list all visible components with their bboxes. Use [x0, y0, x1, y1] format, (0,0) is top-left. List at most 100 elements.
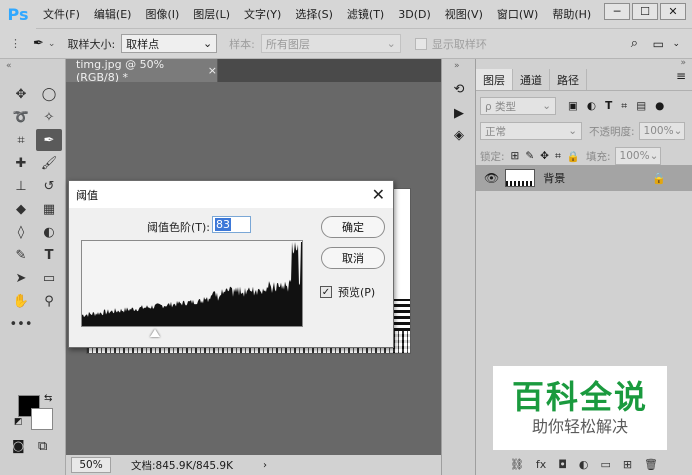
show-ring-checkbox[interactable] — [414, 37, 427, 50]
cancel-button[interactable]: 取消 — [321, 247, 385, 269]
sample-size-select[interactable]: 取样点 ⌄ — [121, 34, 218, 53]
history-brush-tool-icon[interactable]: ↺ — [36, 175, 62, 197]
menu-image[interactable]: 图像(I) — [138, 6, 186, 22]
hand-tool-icon[interactable]: ✋ — [8, 290, 34, 312]
lock-position-icon[interactable]: ✥ — [540, 150, 549, 162]
history-panel-icon[interactable]: ⟲ — [451, 81, 467, 97]
add-mask-icon[interactable]: ◘ — [558, 458, 567, 471]
tool-preset-chevron-icon[interactable]: ⌄ — [48, 39, 56, 49]
watermark: 百科全说 助你轻松解决 — [493, 366, 667, 450]
expand-dock-icon[interactable]: » — [454, 61, 460, 71]
fill-field[interactable]: 100% ⌄ — [614, 147, 661, 165]
new-group-icon[interactable]: ▭ — [600, 458, 610, 471]
filter-toggle-icon[interactable]: ● — [655, 100, 664, 112]
blur-tool-icon[interactable]: ◊ — [8, 221, 34, 243]
layer-name[interactable]: 背景 — [543, 170, 565, 186]
filter-smart-object-icon[interactable]: ▤ — [636, 100, 646, 112]
photoshop-logo: Ps — [0, 0, 36, 29]
new-layer-icon[interactable]: ⊞ — [623, 458, 632, 471]
sample-select[interactable]: 所有图层 ⌄ — [260, 34, 401, 53]
pen-tool-icon[interactable]: ✎ — [8, 244, 34, 266]
preview-option[interactable]: ✓ 预览(P) — [320, 284, 375, 300]
type-tool-icon[interactable]: T — [36, 244, 62, 266]
histogram — [81, 240, 303, 327]
workspace-icon[interactable]: ▭ — [653, 37, 664, 51]
marquee-tool-icon[interactable]: ◯ — [36, 83, 62, 105]
zoom-field[interactable]: 50% — [71, 457, 111, 473]
delete-layer-icon[interactable]: 🗑 — [644, 458, 658, 471]
background-color-swatch[interactable] — [31, 408, 53, 430]
close-window-button[interactable]: ✕ — [660, 3, 686, 20]
swap-colors-icon[interactable]: ⇆ — [44, 393, 52, 404]
collapse-icon[interactable]: « — [6, 61, 12, 71]
crop-tool-icon[interactable]: ⌗ — [8, 129, 34, 151]
eyedropper-tool-icon[interactable]: ✒ — [36, 129, 62, 151]
filter-type-icon[interactable]: T — [605, 100, 612, 112]
screen-mode-icon[interactable]: ⧉ — [38, 439, 47, 454]
menu-edit[interactable]: 编辑(E) — [87, 6, 139, 22]
menu-help[interactable]: 帮助(H) — [545, 6, 598, 22]
status-menu-arrow-icon[interactable]: › — [263, 460, 267, 471]
collapse-panel-icon[interactable]: » — [680, 58, 686, 68]
menu-file[interactable]: 文件(F) — [36, 6, 87, 22]
lock-image-icon[interactable]: ✎ — [525, 150, 534, 162]
add-style-icon[interactable]: fx — [536, 458, 546, 471]
threshold-level-input[interactable]: 83 — [212, 216, 251, 233]
minimize-button[interactable]: ─ — [604, 3, 630, 20]
new-adjustment-icon[interactable]: ◐ — [579, 458, 589, 471]
brush-tool-icon[interactable]: 🖌 — [36, 152, 62, 174]
eyedropper-tool-icon[interactable]: ✒ — [33, 36, 44, 51]
opacity-field[interactable]: 100% ⌄ — [638, 122, 685, 140]
lock-artboard-icon[interactable]: ⌗ — [555, 150, 561, 163]
path-selection-tool-icon[interactable]: ➤ — [8, 267, 34, 289]
close-icon[interactable]: ✕ — [372, 185, 385, 204]
menu-window[interactable]: 窗口(W) — [490, 6, 545, 22]
tab-paths[interactable]: 路径 — [550, 69, 587, 90]
tab-layers[interactable]: 图层 — [476, 69, 513, 90]
close-tab-icon[interactable]: × — [208, 64, 217, 77]
dodge-tool-icon[interactable]: ◐ — [36, 221, 62, 243]
gradient-tool-icon[interactable]: ▦ — [36, 198, 62, 220]
chevron-down-icon[interactable]: ⌄ — [672, 39, 680, 49]
quick-mask-icon[interactable]: ◙ — [12, 439, 25, 454]
tab-channels[interactable]: 通道 — [513, 69, 550, 90]
menu-3d[interactable]: 3D(D) — [391, 8, 438, 21]
visibility-eye-icon[interactable]: 👁 — [484, 171, 499, 185]
zoom-tool-icon[interactable]: ⚲ — [36, 290, 62, 312]
ok-button[interactable]: 确定 — [321, 216, 385, 238]
menu-filter[interactable]: 滤镜(T) — [340, 6, 391, 22]
healing-brush-tool-icon[interactable]: ✚ — [8, 152, 34, 174]
filter-shape-icon[interactable]: ⌗ — [621, 100, 627, 113]
threshold-dialog: 阈值 ✕ 阈值色阶(T): 83 确定 取消 ✓ 预览(P) — [68, 180, 394, 348]
filter-image-icon[interactable]: ▣ — [568, 100, 578, 112]
clone-stamp-tool-icon[interactable]: ⊥ — [8, 175, 34, 197]
3d-panel-icon[interactable]: ◈ — [451, 127, 467, 143]
preview-checkbox[interactable]: ✓ — [320, 286, 332, 298]
link-layers-icon[interactable]: ⛓ — [510, 458, 524, 471]
search-icon[interactable]: ⌕ — [631, 36, 638, 51]
default-colors-icon[interactable]: ◩ — [14, 417, 23, 427]
rectangle-tool-icon[interactable]: ▭ — [36, 267, 62, 289]
kind-filter-select[interactable]: ρ 类型 ⌄ — [480, 97, 556, 115]
blend-mode-select[interactable]: 正常 ⌄ — [480, 122, 582, 140]
menu-select[interactable]: 选择(S) — [288, 6, 340, 22]
threshold-slider-handle[interactable] — [149, 329, 160, 337]
eraser-tool-icon[interactable]: ◆ — [8, 198, 34, 220]
lasso-tool-icon[interactable]: ➰ — [8, 106, 34, 128]
menu-type[interactable]: 文字(Y) — [237, 6, 288, 22]
document-tab-title: timg.jpg @ 50%(RGB/8) * — [76, 57, 165, 84]
layer-row[interactable]: 👁 背景 🔒 — [476, 165, 692, 191]
actions-play-icon[interactable]: ▶ — [451, 105, 467, 121]
lock-transparent-icon[interactable]: ⊞ — [511, 150, 520, 162]
magic-wand-tool-icon[interactable]: ✧ — [36, 106, 62, 128]
panel-menu-icon[interactable]: ≡ — [676, 69, 686, 90]
document-tab[interactable]: timg.jpg @ 50%(RGB/8) * × — [66, 57, 218, 84]
layer-thumbnail — [505, 169, 536, 187]
filter-adjustment-icon[interactable]: ◐ — [587, 100, 596, 112]
more-tools-icon[interactable]: ••• — [8, 313, 34, 335]
menu-layer[interactable]: 图层(L) — [186, 6, 237, 22]
lock-all-icon[interactable]: 🔒 — [567, 150, 580, 163]
move-tool-icon[interactable]: ✥ — [8, 83, 34, 105]
menu-view[interactable]: 视图(V) — [438, 6, 490, 22]
maximize-button[interactable]: ☐ — [632, 3, 658, 20]
